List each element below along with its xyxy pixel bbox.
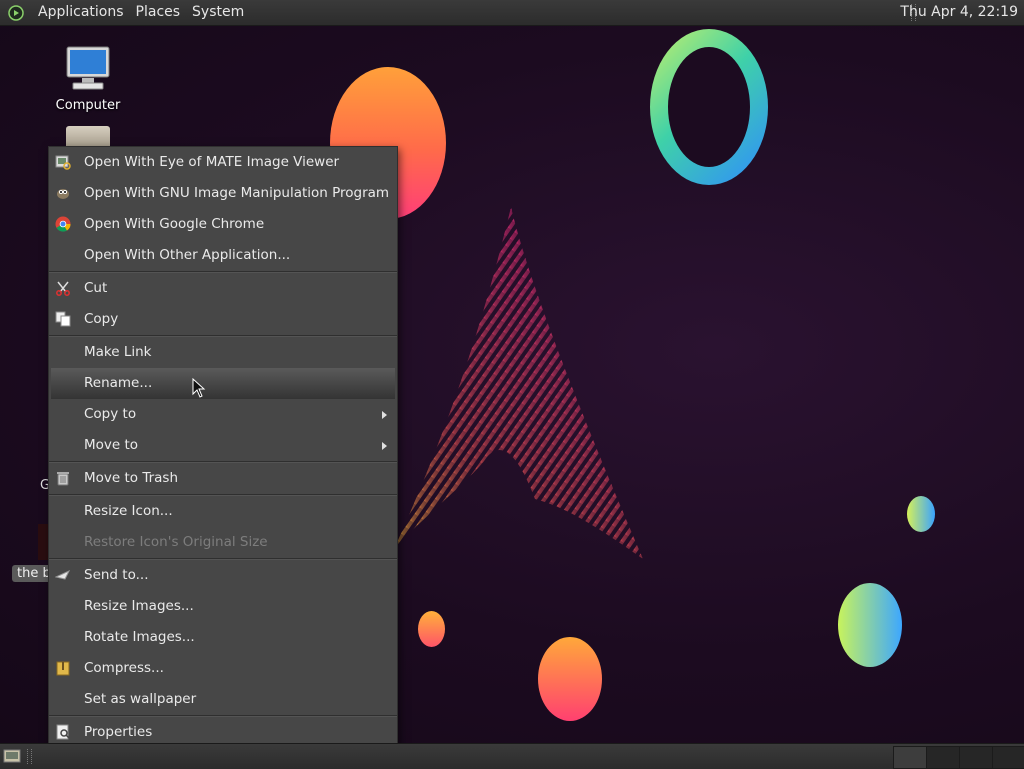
computer-desktop-icon[interactable]: Computer: [48, 44, 128, 113]
chrome-icon: [55, 216, 71, 232]
menu-item-label: Resize Icon...: [84, 503, 173, 519]
menu-item-resize-images[interactable]: Resize Images...: [49, 591, 397, 622]
gimp-icon: [57, 189, 69, 199]
menu-item-move-to-trash[interactable]: Move to Trash: [49, 463, 397, 494]
menu-item-open-chrome[interactable]: Open With Google Chrome: [49, 209, 397, 240]
panel-separator: [27, 749, 32, 764]
workspace-1[interactable]: [893, 746, 927, 769]
wallpaper-ring: [650, 29, 768, 185]
wallpaper-small-circle: [538, 637, 602, 721]
folder-icon[interactable]: [66, 126, 110, 146]
workspace-2[interactable]: [926, 746, 960, 769]
menu-item-rotate-images[interactable]: Rotate Images...: [49, 622, 397, 653]
submenu-arrow-icon: [382, 442, 387, 450]
menu-item-resize-icon[interactable]: Resize Icon...: [49, 496, 397, 527]
menu-item-open-other[interactable]: Open With Other Application...: [49, 240, 397, 271]
menu-item-label: Restore Icon's Original Size: [84, 534, 268, 550]
menu-item-label: Properties: [84, 724, 153, 740]
menu-item-make-link[interactable]: Make Link: [49, 337, 397, 368]
menu-item-label: Rename...: [84, 375, 153, 391]
menu-item-compress[interactable]: Compress...: [49, 653, 397, 684]
menu-item-label: Open With Eye of MATE Image Viewer: [84, 154, 340, 170]
computer-label: Computer: [55, 98, 121, 113]
menu-item-label: Open With GNU Image Manipulation Program: [84, 185, 390, 201]
clock[interactable]: Thu Apr 4, 22:19: [900, 0, 1018, 25]
menu-item-rename[interactable]: Rename...: [51, 368, 395, 399]
menu-item-copy-to[interactable]: Copy to: [49, 399, 397, 430]
mouse-cursor-icon: [192, 378, 206, 398]
menu-item-label: Make Link: [84, 344, 152, 360]
image-viewer-icon: [55, 155, 71, 170]
menu-item-label: Open With Other Application...: [84, 247, 291, 263]
workspace-4[interactable]: [992, 746, 1024, 769]
trash-icon: [57, 472, 69, 486]
mate-menu-icon[interactable]: [8, 4, 24, 21]
menu-item-open-eye-of-mate[interactable]: Open With Eye of MATE Image Viewer: [49, 147, 397, 178]
wallpaper-small-circle: [838, 583, 902, 667]
menu-item-cut[interactable]: Cut: [49, 273, 397, 304]
menu-item-label: Move to Trash: [84, 470, 179, 486]
menu-item-send-to[interactable]: Send to...: [49, 560, 397, 591]
submenu-arrow-icon: [382, 411, 387, 419]
wallpaper-small-circle: [907, 496, 935, 532]
menu-item-label: Copy to: [84, 406, 137, 422]
menu-item-set-wallpaper[interactable]: Set as wallpaper: [49, 684, 397, 715]
menu-item-label: Cut: [84, 280, 108, 296]
system-menu[interactable]: System: [186, 0, 250, 25]
menu-item-open-gimp[interactable]: Open With GNU Image Manipulation Program: [49, 178, 397, 209]
applications-menu[interactable]: Applications: [32, 0, 130, 25]
places-menu[interactable]: Places: [130, 0, 187, 25]
send-icon: [55, 569, 71, 580]
computer-icon: [66, 46, 110, 90]
menu-item-label: Set as wallpaper: [84, 691, 197, 707]
archive-icon: [56, 661, 70, 676]
bottom-panel: [0, 743, 1024, 769]
context-menu: Open With Eye of MATE Image Viewer Open …: [48, 146, 398, 749]
menu-item-label: Compress...: [84, 660, 164, 676]
copy-icon: [55, 311, 71, 327]
show-desktop-icon[interactable]: [3, 748, 21, 764]
menu-item-restore-icon-size: Restore Icon's Original Size: [49, 527, 397, 558]
menu-item-label: Copy: [84, 311, 119, 327]
menu-item-copy[interactable]: Copy: [49, 304, 397, 335]
wallpaper-small-circle: [418, 611, 445, 647]
menu-item-label: Open With Google Chrome: [84, 216, 265, 232]
scissors-icon: [56, 281, 70, 296]
top-panel: Applications Places System Thu Apr 4, 22…: [0, 0, 1024, 26]
menu-item-label: Rotate Images...: [84, 629, 195, 645]
menu-item-label: Send to...: [84, 567, 149, 583]
menu-item-label: Move to: [84, 437, 139, 453]
properties-icon: [56, 724, 70, 740]
menu-item-move-to[interactable]: Move to: [49, 430, 397, 461]
workspace-3[interactable]: [959, 746, 993, 769]
arch-logo: [395, 207, 643, 559]
menu-item-label: Resize Images...: [84, 598, 194, 614]
